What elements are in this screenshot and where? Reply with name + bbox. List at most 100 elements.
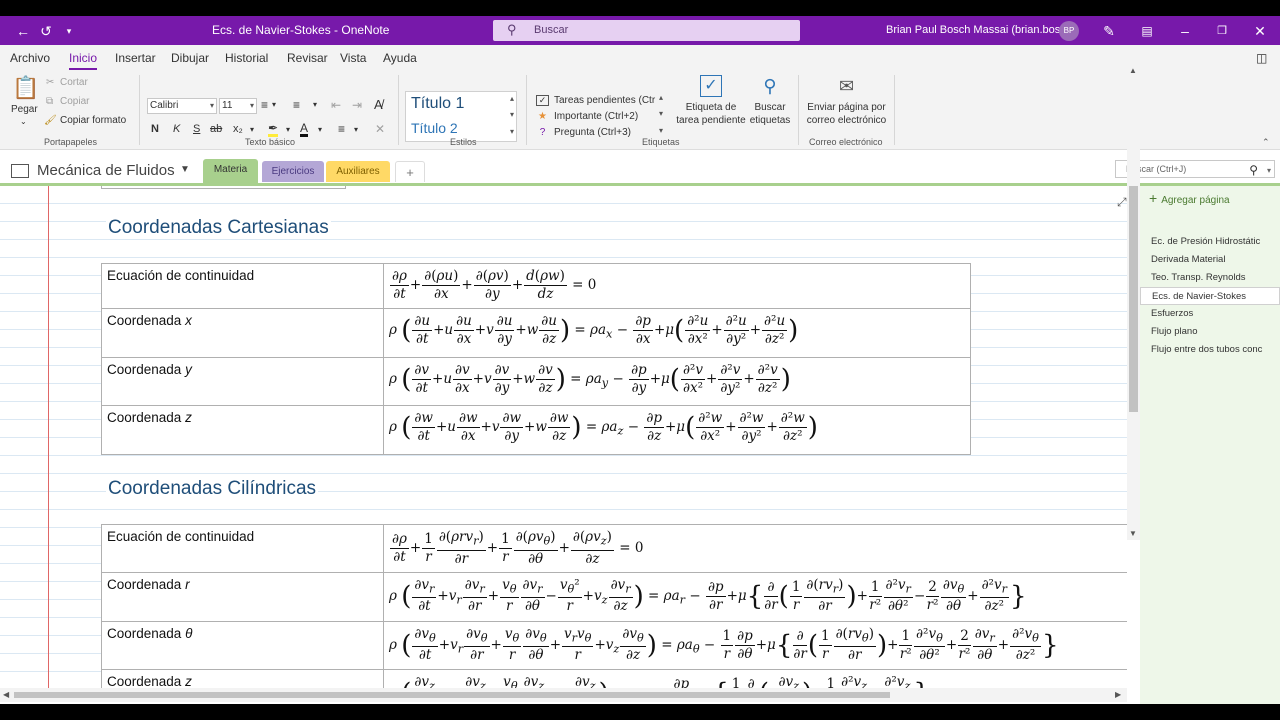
page-item[interactable]: Flujo plano <box>1140 323 1280 341</box>
undo-icon[interactable]: ↺ <box>37 22 55 40</box>
row-label: Coordenada z <box>101 405 384 455</box>
clear-formatting-icon[interactable]: A̸ <box>374 97 383 112</box>
display-mode-icon[interactable]: ▤ <box>1138 22 1156 40</box>
tag-important-label: Importante (Ctrl+2) <box>554 111 639 122</box>
decrease-indent-icon[interactable]: ⇤ <box>331 98 341 112</box>
scrollbar-thumb[interactable] <box>1129 186 1138 412</box>
bold-icon[interactable]: N <box>151 123 159 135</box>
scroll-left-icon[interactable]: ◀ <box>3 690 9 699</box>
font-size-select[interactable]: 11 ▾ <box>219 98 257 114</box>
font-size-value: 11 <box>222 100 233 111</box>
menu-vista[interactable]: Vista <box>340 51 366 65</box>
font-select[interactable]: Calibri ▾ <box>147 98 217 114</box>
close-icon[interactable]: ✕ <box>1251 22 1269 40</box>
tag-question[interactable]: ? Pregunta (Ctrl+3) <box>536 127 631 138</box>
question-icon: ? <box>539 127 546 138</box>
todo-tag-button[interactable]: ✓ Etiqueta de tarea pendiente <box>674 75 748 127</box>
tag-todo-label: Tareas pendientes (Ctr <box>554 95 656 106</box>
horizontal-scrollbar[interactable]: ◀ ▶ <box>0 688 1127 702</box>
margin-line <box>48 186 49 688</box>
page-item[interactable]: Flujo entre dos tubos conc <box>1140 341 1280 359</box>
scroll-down-icon[interactable]: ▾ <box>510 110 514 119</box>
tags-gallery[interactable]: ✓ Tareas pendientes (Ctr ★ Importante (Ctr… <box>532 91 671 142</box>
menu-insertar[interactable]: Insertar <box>115 51 156 65</box>
page-item[interactable]: Derivada Material <box>1140 251 1280 269</box>
italic-icon[interactable]: K <box>173 123 180 135</box>
avatar[interactable]: BP <box>1059 21 1079 41</box>
notebook-pane-icon[interactable]: ◫ <box>1256 51 1267 65</box>
page-item[interactable]: Ec. de Presión Hidrostátic <box>1140 233 1280 251</box>
collapse-ribbon-icon[interactable]: ⌃ <box>1262 137 1270 148</box>
menu-ayuda[interactable]: Ayuda <box>383 51 417 65</box>
scroll-up-icon[interactable]: ▴ <box>659 93 663 102</box>
user-name[interactable]: Brian Paul Bosch Massai (brian.bosch) <box>886 24 1076 36</box>
page-item[interactable]: Teo. Transp. Reynolds <box>1140 269 1280 287</box>
checkbox-icon: ✓ <box>700 75 722 97</box>
subscript-icon[interactable]: x₂ <box>233 123 243 135</box>
quick-access-dropdown-icon[interactable]: ▾ <box>60 22 78 40</box>
strikethrough-icon[interactable]: ab <box>210 123 222 135</box>
align-icon[interactable]: ≡ <box>338 122 345 136</box>
style-heading-2[interactable]: Título 2 <box>411 120 458 136</box>
paste-icon[interactable]: 📋 <box>12 75 39 101</box>
bullets-icon[interactable]: ≡ <box>261 98 268 112</box>
expand-icon[interactable]: ⤢ <box>1117 195 1127 210</box>
paste-button[interactable]: Pegar <box>11 104 38 115</box>
chevron-down-icon[interactable]: ▾ <box>354 125 358 134</box>
vertical-scrollbar[interactable]: ▲ ▼ <box>1127 64 1140 540</box>
add-page-button[interactable]: + Agregar página <box>1149 190 1230 206</box>
menu-historial[interactable]: Historial <box>225 51 268 65</box>
page-item[interactable]: Esfuerzos <box>1140 305 1280 323</box>
chevron-down-icon[interactable]: ▾ <box>318 125 322 134</box>
numbering-icon[interactable]: ≡ <box>293 98 300 112</box>
style-heading-1[interactable]: Título 1 <box>411 95 464 113</box>
find-tags-button[interactable]: ⚲ Buscar etiquetas <box>748 75 792 127</box>
chevron-down-icon[interactable]: ▾ <box>286 125 290 134</box>
minimize-icon[interactable]: – <box>1176 22 1194 40</box>
menu-revisar[interactable]: Revisar <box>287 51 328 65</box>
scroll-up-icon[interactable]: ▲ <box>1129 66 1137 75</box>
gallery-more-icon[interactable]: ▾ <box>510 127 514 136</box>
delete-icon[interactable]: ✕ <box>375 122 385 136</box>
scroll-down-icon[interactable]: ▾ <box>659 109 663 118</box>
add-section-button[interactable]: + <box>395 161 425 182</box>
font-color-icon[interactable]: A <box>300 122 309 137</box>
chevron-down-icon[interactable]: ▼ <box>180 164 190 175</box>
chevron-down-icon[interactable]: ▾ <box>250 125 254 134</box>
search-box[interactable]: ⚲ Buscar <box>493 20 800 41</box>
scroll-right-icon[interactable]: ▶ <box>1115 690 1121 699</box>
back-icon[interactable]: ← <box>14 22 32 40</box>
menu-dibujar[interactable]: Dibujar <box>171 51 209 65</box>
table-row: Ecuación de continuidad ∂ρ ∂t +1 r ∂(ρrvr) ∂r… <box>101 524 1127 573</box>
styles-gallery[interactable]: Título 1 Título 2 ▴ ▾ ▾ <box>405 91 517 142</box>
gallery-more-icon[interactable]: ▾ <box>659 126 663 135</box>
tag-important[interactable]: ★ Importante (Ctrl+2) <box>536 111 638 122</box>
chevron-down-icon[interactable]: ▾ <box>313 100 317 109</box>
restore-icon[interactable]: ❐ <box>1213 22 1231 40</box>
notebook-name[interactable]: Mecánica de Fluidos <box>37 162 175 179</box>
page-item-selected[interactable]: Ecs. de Navier-Stokes <box>1140 287 1280 305</box>
tag-todo[interactable]: ✓ Tareas pendientes (Ctr <box>536 95 655 106</box>
copy-button[interactable]: Copiar <box>60 96 89 107</box>
increase-indent-icon[interactable]: ⇥ <box>352 98 362 112</box>
pen-icon[interactable]: ✎ <box>1100 22 1118 40</box>
scroll-up-icon[interactable]: ▴ <box>510 94 514 103</box>
section-tab-materia[interactable]: Materia <box>203 159 258 183</box>
scrollbar-thumb[interactable] <box>14 692 890 698</box>
email-page-button[interactable]: ✉ Enviar página por correo electrónico <box>804 75 889 127</box>
format-painter-button[interactable]: Copiar formato <box>60 115 126 126</box>
chevron-down-icon[interactable]: ▾ <box>272 100 276 109</box>
paste-dropdown-icon[interactable]: ⌄ <box>20 117 27 126</box>
scroll-down-icon[interactable]: ▼ <box>1129 529 1137 538</box>
page-canvas[interactable]: ⤢ Coordenadas Cartesianas Ecuación de co… <box>0 186 1127 688</box>
highlight-icon[interactable]: ✒ <box>268 122 279 137</box>
section-tab-ejercicios[interactable]: Ejercicios <box>262 161 324 182</box>
cut-icon: ✂ <box>46 77 55 88</box>
menu-inicio[interactable]: Inicio <box>69 51 98 70</box>
separator <box>526 75 527 145</box>
menu-archivo[interactable]: Archivo <box>10 51 50 65</box>
section-tab-auxiliares[interactable]: Auxiliares <box>326 161 390 182</box>
separator <box>139 75 140 145</box>
cut-button[interactable]: Cortar <box>60 77 88 88</box>
underline-icon[interactable]: S <box>193 123 200 135</box>
